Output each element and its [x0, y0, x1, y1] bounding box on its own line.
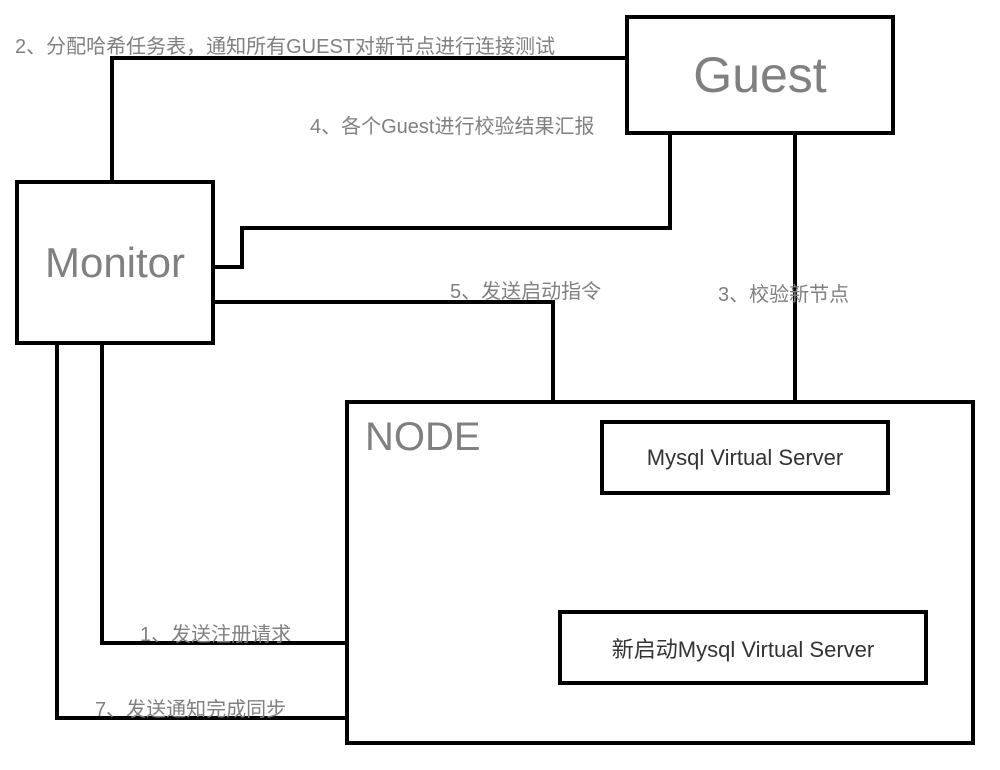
- label-step1: 1、发送注册请求: [140, 618, 291, 647]
- line-step5-v: [551, 300, 555, 400]
- monitor-box: Monitor: [15, 180, 215, 345]
- monitor-label: Monitor: [45, 239, 185, 287]
- label-step3: 3、校验新节点: [718, 278, 849, 307]
- new-mysql-server-box: 新启动Mysql Virtual Server: [558, 610, 928, 685]
- line-step1-v: [100, 345, 104, 645]
- line-step3-v: [793, 135, 797, 401]
- mysql-server-box: Mysql Virtual Server: [600, 420, 890, 495]
- label-step7: 7、发送通知完成同步: [95, 693, 286, 722]
- guest-label: Guest: [693, 46, 826, 104]
- line-step4-v2: [240, 226, 244, 269]
- line-step4-h2: [215, 265, 244, 269]
- label-step2: 2、分配哈希任务表，通知所有GUEST对新节点进行连接测试: [15, 30, 555, 59]
- new-mysql-server-label: 新启动Mysql Virtual Server: [612, 632, 874, 664]
- node-label: NODE: [365, 415, 481, 460]
- line-step4-h: [240, 226, 672, 230]
- label-step5: 5、发送启动指令: [450, 275, 601, 304]
- guest-box: Guest: [625, 15, 895, 135]
- line-step4-v: [668, 135, 672, 230]
- line-step7-v: [55, 345, 59, 720]
- mysql-server-label: Mysql Virtual Server: [647, 445, 843, 471]
- label-step4: 4、各个Guest进行校验结果汇报: [310, 110, 594, 139]
- line-step2-v: [110, 56, 114, 181]
